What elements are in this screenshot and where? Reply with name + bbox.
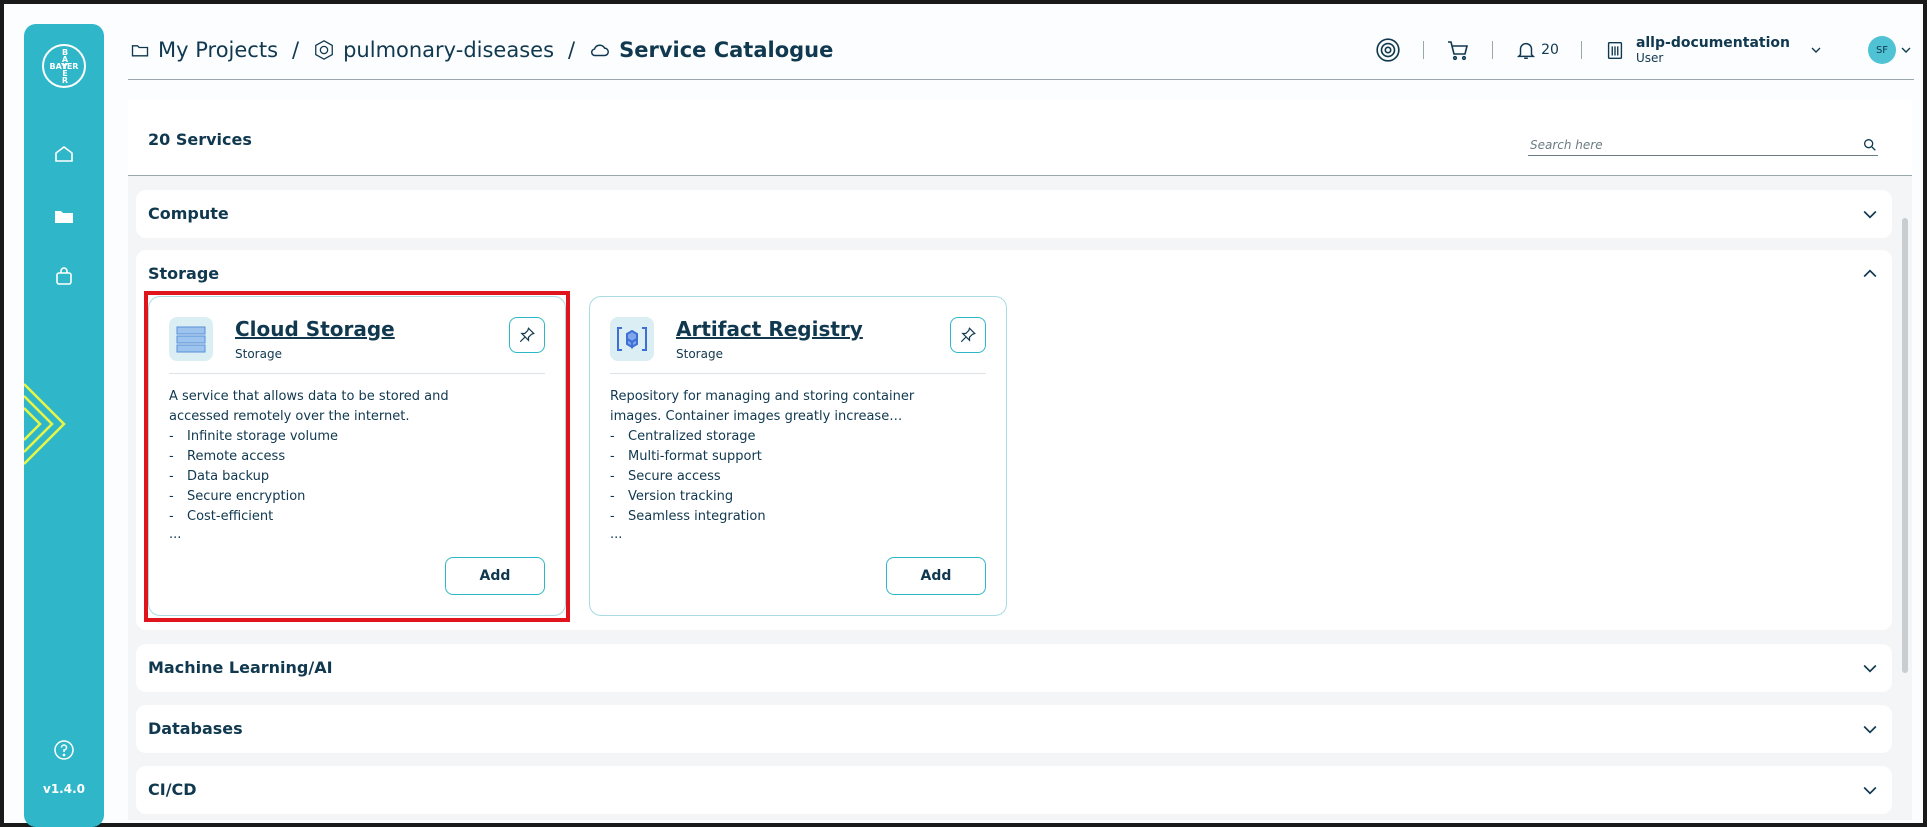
breadcrumb-current: Service Catalogue xyxy=(589,38,833,62)
breadcrumb-my-projects[interactable]: My Projects xyxy=(130,38,278,62)
sidebar: BAYER BAYER v1.4.0 xyxy=(24,24,104,827)
breadcrumb: My Projects / pulmonary-diseases / Servi… xyxy=(130,34,833,66)
category-machine-learning[interactable]: Machine Learning/AI xyxy=(136,644,1892,692)
header-actions: 20 allp-documentation User SF xyxy=(1375,34,1914,66)
notifications-count: 20 xyxy=(1541,42,1559,58)
service-title-link[interactable]: Artifact Registry xyxy=(676,317,863,341)
pin-icon xyxy=(960,327,976,343)
chevron-down-icon xyxy=(1863,786,1877,795)
category-storage: Storage Cloud Storage Storage A service … xyxy=(136,250,1892,630)
category-title: CI/CD xyxy=(148,780,197,799)
folder-outline-icon xyxy=(131,45,149,57)
add-button[interactable]: Add xyxy=(886,557,986,595)
feature-item: - Secure access xyxy=(610,469,721,484)
chevron-down-icon xyxy=(1863,664,1877,673)
cart-icon[interactable] xyxy=(1446,38,1470,62)
service-category: Storage xyxy=(235,347,282,361)
divider xyxy=(1423,41,1425,59)
search-input[interactable] xyxy=(1528,137,1828,152)
feature-item: - Secure encryption xyxy=(169,489,306,504)
divider xyxy=(1492,41,1494,59)
feature-item: - Infinite storage volume xyxy=(169,429,339,444)
artifact-registry-icon xyxy=(610,317,654,361)
search-icon[interactable] xyxy=(1862,137,1878,153)
pin-button[interactable] xyxy=(509,317,545,353)
pin-icon xyxy=(519,327,535,343)
header: My Projects / pulmonary-diseases / Servi… xyxy=(128,28,1914,80)
service-card-artifact-registry: Artifact Registry Storage Repository for… xyxy=(589,296,1007,616)
feature-item: - Seamless integration xyxy=(610,509,766,524)
divider xyxy=(1580,41,1582,59)
breadcrumb-project[interactable]: pulmonary-diseases xyxy=(313,38,554,62)
folder-icon[interactable] xyxy=(52,204,76,228)
scrollbar[interactable] xyxy=(1902,218,1908,673)
building-icon xyxy=(1607,41,1623,59)
service-category: Storage xyxy=(676,347,723,361)
breadcrumb-separator: / xyxy=(568,38,576,62)
service-catalogue-panel: 20 Services Compute Storage xyxy=(128,100,1912,820)
catalogue-header: 20 Services xyxy=(128,100,1912,176)
feature-item: - Centralized storage xyxy=(610,429,756,444)
feature-item: - Cost-efficient xyxy=(169,509,274,524)
card-divider xyxy=(169,373,545,374)
chevron-down-icon xyxy=(1863,210,1877,219)
breadcrumb-separator: / xyxy=(292,38,300,62)
category-title: Machine Learning/AI xyxy=(148,658,333,677)
home-icon[interactable] xyxy=(52,142,76,166)
add-button[interactable]: Add xyxy=(445,557,545,595)
user-menu[interactable]: allp-documentation User xyxy=(1604,35,1824,65)
service-description: A service that allows data to be stored … xyxy=(169,389,449,424)
service-card-cloud-storage: Cloud Storage Storage A service that all… xyxy=(148,296,566,616)
help-icon[interactable] xyxy=(52,738,76,762)
cloud-icon xyxy=(591,44,610,57)
category-title: Databases xyxy=(148,719,243,738)
category-compute[interactable]: Compute xyxy=(136,190,1892,238)
chevron-up-icon[interactable] xyxy=(1860,264,1880,284)
user-name: allp-documentation xyxy=(1635,35,1790,51)
app-window: BAYER BAYER v1.4.0 My Projects / pulmona… xyxy=(0,0,1927,827)
avatar: SF xyxy=(1868,36,1896,64)
chevron-down-icon xyxy=(1863,725,1877,734)
feature-item: - Data backup xyxy=(169,469,270,484)
feature-item: - Multi-format support xyxy=(610,449,762,464)
services-count: 20 Services xyxy=(148,130,252,149)
category-title[interactable]: Storage xyxy=(148,264,219,283)
category-ci-cd[interactable]: CI/CD xyxy=(136,766,1892,814)
card-divider xyxy=(610,373,986,374)
breadcrumb-label: pulmonary-diseases xyxy=(343,38,555,62)
bell-icon xyxy=(1517,42,1536,59)
avatar-menu[interactable]: SF xyxy=(1824,36,1914,64)
feature-item: - Version tracking xyxy=(610,489,734,504)
cloud-storage-icon xyxy=(169,317,213,361)
service-description: Repository for managing and storing cont… xyxy=(610,389,915,424)
chevron-down-icon xyxy=(1811,47,1821,53)
bayer-logo[interactable]: BAYER BAYER xyxy=(42,44,86,88)
logo-text-vertical: BAYER xyxy=(61,48,69,85)
chevron-decoration-icon xyxy=(24,383,66,465)
more-indicator: ... xyxy=(610,527,623,542)
search-box xyxy=(1528,134,1878,156)
notifications-button[interactable]: 20 xyxy=(1515,39,1559,61)
breadcrumb-label: Service Catalogue xyxy=(619,38,834,62)
category-databases[interactable]: Databases xyxy=(136,705,1892,753)
service-title-link[interactable]: Cloud Storage xyxy=(235,317,395,341)
hexagon-icon xyxy=(315,40,333,60)
breadcrumb-label: My Projects xyxy=(158,38,279,62)
pin-button[interactable] xyxy=(950,317,986,353)
chevron-down-icon xyxy=(1901,47,1911,53)
category-title: Compute xyxy=(148,204,229,223)
app-version: v1.4.0 xyxy=(43,782,85,796)
shopping-bag-icon[interactable] xyxy=(52,264,76,288)
more-indicator: ... xyxy=(169,527,182,542)
user-role: User xyxy=(1635,51,1664,65)
support-icon[interactable] xyxy=(1375,37,1401,63)
feature-item: - Remote access xyxy=(169,449,286,464)
